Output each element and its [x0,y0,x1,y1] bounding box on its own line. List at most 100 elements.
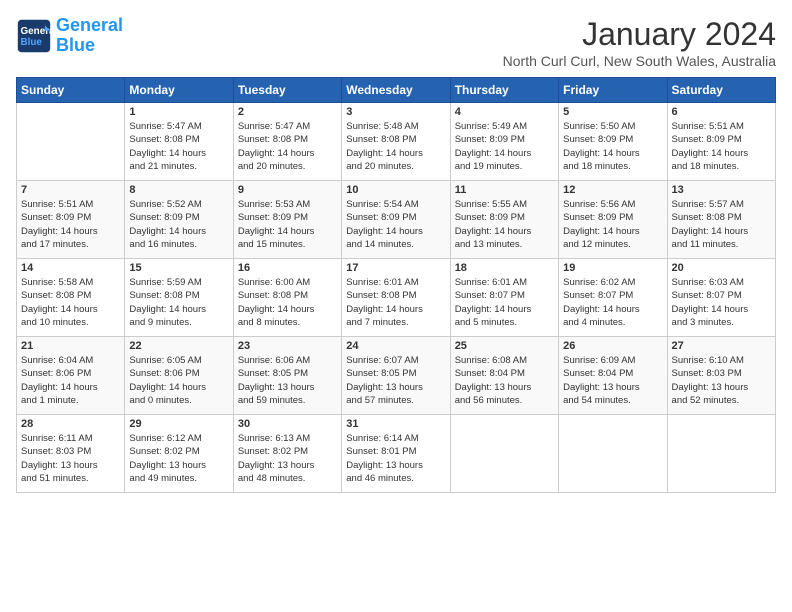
day-number: 30 [238,418,337,430]
day-number: 11 [455,184,554,196]
day-number: 22 [129,340,228,352]
day-info: Sunrise: 6:06 AM Sunset: 8:05 PM Dayligh… [238,354,337,407]
day-info: Sunrise: 5:56 AM Sunset: 8:09 PM Dayligh… [563,198,662,251]
weekday-header-row: SundayMondayTuesdayWednesdayThursdayFrid… [17,78,776,103]
day-info: Sunrise: 5:49 AM Sunset: 8:09 PM Dayligh… [455,120,554,173]
day-info: Sunrise: 5:50 AM Sunset: 8:09 PM Dayligh… [563,120,662,173]
month-title: January 2024 [503,16,776,53]
day-info: Sunrise: 6:10 AM Sunset: 8:03 PM Dayligh… [672,354,771,407]
calendar-cell: 25 Sunrise: 6:08 AM Sunset: 8:04 PM Dayli… [450,337,558,415]
day-info: Sunrise: 6:12 AM Sunset: 8:02 PM Dayligh… [129,432,228,485]
calendar-cell [450,415,558,493]
week-row-2: 7 Sunrise: 5:51 AM Sunset: 8:09 PM Daylig… [17,181,776,259]
calendar-cell: 26Sunrise: 6:09 AM Sunset: 8:04 PM Dayli… [559,337,667,415]
week-row-1: 1 Sunrise: 5:47 AM Sunset: 8:08 PM Daylig… [17,103,776,181]
logo-text: General Blue [56,16,123,56]
day-number: 31 [346,418,445,430]
calendar-cell: 29 Sunrise: 6:12 AM Sunset: 8:02 PM Dayli… [125,415,233,493]
day-info: Sunrise: 5:51 AM Sunset: 8:09 PM Dayligh… [21,198,120,251]
day-number: 3 [346,106,445,118]
day-number: 17 [346,262,445,274]
calendar-cell: 14 Sunrise: 5:58 AM Sunset: 8:08 PM Dayli… [17,259,125,337]
weekday-header-wednesday: Wednesday [342,78,450,103]
calendar-cell: 20 Sunrise: 6:03 AM Sunset: 8:07 PM Dayli… [667,259,775,337]
calendar-cell: 12 Sunrise: 5:56 AM Sunset: 8:09 PM Dayli… [559,181,667,259]
calendar-cell: 9Sunrise: 5:53 AM Sunset: 8:09 PM Daylig… [233,181,341,259]
logo-icon: General Blue [16,18,52,54]
calendar-cell: 5Sunrise: 5:50 AM Sunset: 8:09 PM Daylig… [559,103,667,181]
calendar-table: SundayMondayTuesdayWednesdayThursdayFrid… [16,77,776,493]
day-info: Sunrise: 6:08 AM Sunset: 8:04 PM Dayligh… [455,354,554,407]
calendar-cell: 30Sunrise: 6:13 AM Sunset: 8:02 PM Dayli… [233,415,341,493]
day-number: 15 [129,262,228,274]
title-block: January 2024 North Curl Curl, New South … [503,16,776,69]
calendar-cell: 17 Sunrise: 6:01 AM Sunset: 8:08 PM Dayli… [342,259,450,337]
day-number: 9 [238,184,337,196]
day-number: 10 [346,184,445,196]
calendar-cell: 24 Sunrise: 6:07 AM Sunset: 8:05 PM Dayli… [342,337,450,415]
calendar-cell: 2Sunrise: 5:47 AM Sunset: 8:08 PM Daylig… [233,103,341,181]
day-info: Sunrise: 6:03 AM Sunset: 8:07 PM Dayligh… [672,276,771,329]
weekday-header-saturday: Saturday [667,78,775,103]
week-row-3: 14 Sunrise: 5:58 AM Sunset: 8:08 PM Dayli… [17,259,776,337]
calendar-cell [559,415,667,493]
day-number: 25 [455,340,554,352]
weekday-header-monday: Monday [125,78,233,103]
calendar-cell: 23 Sunrise: 6:06 AM Sunset: 8:05 PM Dayli… [233,337,341,415]
calendar-cell: 21 Sunrise: 6:04 AM Sunset: 8:06 PM Dayli… [17,337,125,415]
page-header: General Blue General Blue January 2024 N… [16,16,776,69]
day-number: 6 [672,106,771,118]
day-number: 21 [21,340,120,352]
day-info: Sunrise: 6:01 AM Sunset: 8:08 PM Dayligh… [346,276,445,329]
calendar-cell: 8 Sunrise: 5:52 AM Sunset: 8:09 PM Daylig… [125,181,233,259]
calendar-cell [17,103,125,181]
day-info: Sunrise: 5:47 AM Sunset: 8:08 PM Dayligh… [238,120,337,173]
calendar-cell: 7 Sunrise: 5:51 AM Sunset: 8:09 PM Daylig… [17,181,125,259]
day-number: 19 [563,262,662,274]
day-number: 24 [346,340,445,352]
day-number: 7 [21,184,120,196]
logo-line2: Blue [56,35,95,55]
day-info: Sunrise: 5:48 AM Sunset: 8:08 PM Dayligh… [346,120,445,173]
weekday-header-friday: Friday [559,78,667,103]
day-number: 8 [129,184,228,196]
day-number: 12 [563,184,662,196]
logo: General Blue General Blue [16,16,123,56]
calendar-cell: 27Sunrise: 6:10 AM Sunset: 8:03 PM Dayli… [667,337,775,415]
day-number: 16 [238,262,337,274]
day-info: Sunrise: 5:52 AM Sunset: 8:09 PM Dayligh… [129,198,228,251]
day-number: 1 [129,106,228,118]
day-info: Sunrise: 6:00 AM Sunset: 8:08 PM Dayligh… [238,276,337,329]
calendar-cell: 16 Sunrise: 6:00 AM Sunset: 8:08 PM Dayli… [233,259,341,337]
day-number: 23 [238,340,337,352]
day-number: 29 [129,418,228,430]
calendar-cell: 28Sunrise: 6:11 AM Sunset: 8:03 PM Dayli… [17,415,125,493]
day-number: 20 [672,262,771,274]
weekday-header-sunday: Sunday [17,78,125,103]
calendar-cell [667,415,775,493]
svg-text:Blue: Blue [21,37,43,48]
calendar-cell: 31 Sunrise: 6:14 AM Sunset: 8:01 PM Dayli… [342,415,450,493]
day-info: Sunrise: 6:02 AM Sunset: 8:07 PM Dayligh… [563,276,662,329]
day-number: 18 [455,262,554,274]
day-info: Sunrise: 5:57 AM Sunset: 8:08 PM Dayligh… [672,198,771,251]
day-info: Sunrise: 6:04 AM Sunset: 8:06 PM Dayligh… [21,354,120,407]
day-info: Sunrise: 6:14 AM Sunset: 8:01 PM Dayligh… [346,432,445,485]
day-number: 26 [563,340,662,352]
calendar-cell: 13 Sunrise: 5:57 AM Sunset: 8:08 PM Dayli… [667,181,775,259]
day-number: 4 [455,106,554,118]
calendar-cell: 19 Sunrise: 6:02 AM Sunset: 8:07 PM Dayli… [559,259,667,337]
day-info: Sunrise: 5:58 AM Sunset: 8:08 PM Dayligh… [21,276,120,329]
weekday-header-thursday: Thursday [450,78,558,103]
calendar-cell: 6 Sunrise: 5:51 AM Sunset: 8:09 PM Daylig… [667,103,775,181]
day-number: 14 [21,262,120,274]
day-info: Sunrise: 5:54 AM Sunset: 8:09 PM Dayligh… [346,198,445,251]
calendar-cell: 15Sunrise: 5:59 AM Sunset: 8:08 PM Dayli… [125,259,233,337]
day-number: 28 [21,418,120,430]
day-info: Sunrise: 6:07 AM Sunset: 8:05 PM Dayligh… [346,354,445,407]
day-info: Sunrise: 5:51 AM Sunset: 8:09 PM Dayligh… [672,120,771,173]
calendar-cell: 10 Sunrise: 5:54 AM Sunset: 8:09 PM Dayli… [342,181,450,259]
weekday-header-tuesday: Tuesday [233,78,341,103]
calendar-cell: 1Sunrise: 5:47 AM Sunset: 8:08 PM Daylig… [125,103,233,181]
day-number: 13 [672,184,771,196]
